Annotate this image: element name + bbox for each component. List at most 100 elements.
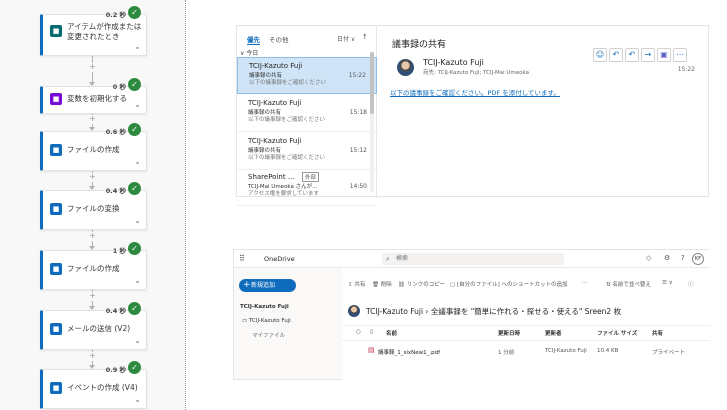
file-size: 10.4 KB xyxy=(597,348,619,354)
nav-item-user[interactable]: ▭ TCIJ-Kazuto Fuji xyxy=(242,318,291,324)
insert-step-icon[interactable]: + xyxy=(88,292,97,301)
message-list-scrollbar[interactable] xyxy=(370,52,374,192)
search-input[interactable]: ⌕ 検索 xyxy=(382,253,564,265)
success-check-icon: ✓ xyxy=(128,6,141,19)
app-name[interactable]: OneDrive xyxy=(264,255,295,263)
flow-step-card[interactable]: ■ メールの送信 (V2) ⚭ xyxy=(40,310,147,350)
email-preview: 以下の議事録をご確認ください xyxy=(248,155,326,161)
onedrive-icon: ■ xyxy=(50,203,62,215)
reading-pane: 議事録の共有 TCIJ-Kazuto Fuji 宛先: TCIJ-Kazuto … xyxy=(378,26,709,198)
app-launcher-icon[interactable]: ⠿ xyxy=(239,255,247,263)
email-date: 15:22 xyxy=(677,66,695,73)
diamond-icon[interactable]: ◇ xyxy=(646,254,651,262)
forward-icon[interactable]: → xyxy=(641,48,655,62)
success-check-icon: ✓ xyxy=(128,182,141,195)
col-sharing[interactable]: 共有 xyxy=(652,329,663,337)
list-item[interactable]: TCIJ-Kazuto Fuji 議事録の共有 以下の議事録をご確認ください 15:2… xyxy=(237,57,377,94)
share-command[interactable]: ⇪ 共有 xyxy=(348,280,365,288)
avatar[interactable]: KF xyxy=(692,253,704,265)
details-pane-icon[interactable]: ⓘ xyxy=(688,280,694,288)
link-icon: ⚭ xyxy=(134,219,140,226)
flow-step-duration: 1 秒 xyxy=(112,247,126,255)
reply-icon[interactable]: ↶ xyxy=(609,48,623,62)
file-view: ⇪ 共有 🗑 削除 ⛓ リンクのコピー ▢ [自分のファイル] へのショートカッ… xyxy=(342,268,710,381)
email-preview: アクセス権を要求しています xyxy=(248,191,320,197)
flow-step-card[interactable]: ■ ファイルの作成 ⚭ xyxy=(40,250,147,290)
owner-avatar xyxy=(348,305,360,317)
link-icon: ⚭ xyxy=(134,160,140,167)
flow-step-duration: 0.4 秒 xyxy=(105,187,126,195)
more-actions-icon[interactable]: ⋯ xyxy=(673,48,687,62)
message-list: 優先 その他 日付 ∨ ↑ ∨ 今日 TCIJ-Kazuto Fuji 議事録の共… xyxy=(237,26,377,206)
new-button[interactable]: + 新規追加 xyxy=(239,279,296,292)
more-commands-icon[interactable]: ⋯ xyxy=(582,280,588,286)
link-icon: ⚭ xyxy=(134,279,140,286)
col-modified-by[interactable]: 更新者 xyxy=(545,329,562,337)
variable-icon: ■ xyxy=(50,93,62,105)
list-item[interactable]: TCIJ-Kazuto Fuji 議事録の共有 以下の議事録をご確認ください 15:1… xyxy=(237,95,377,132)
onedrive-header: ⠿ OneDrive ⌕ 検索 ◇ ⚙ ? KF xyxy=(234,250,710,268)
col-modified[interactable]: 更新日時 xyxy=(498,329,520,337)
flow-step-label: ファイルの作成 xyxy=(67,145,120,154)
sort-dropdown[interactable]: 日付 ∨ xyxy=(337,34,355,43)
email-sender: TCIJ-Kazuto Fuji xyxy=(248,137,302,145)
onedrive-window: ⠿ OneDrive ⌕ 検索 ◇ ⚙ ? KF + 新規追加 TCIJ-Kaz… xyxy=(233,249,710,381)
emoji-react-icon[interactable]: ☺ xyxy=(593,48,607,62)
email-preview: 以下の議事録をご確認ください xyxy=(248,117,326,123)
sender-avatar[interactable] xyxy=(397,59,414,76)
insert-step-icon[interactable]: + xyxy=(88,115,97,124)
delete-command[interactable]: 🗑 削除 xyxy=(372,280,392,288)
nav-item-my-files[interactable]: マイファイル xyxy=(252,331,285,339)
nav-item-user-label: TCIJ-Kazuto Fuji xyxy=(248,318,291,324)
list-item[interactable]: SharePoint ... TCIJ-Mai Umeoka さんが... アクセス… xyxy=(237,169,377,206)
insert-step-icon[interactable]: + xyxy=(88,63,97,72)
file-modified-by[interactable]: TCIJ-Kazuto Fuji xyxy=(545,348,587,354)
teams-icon[interactable]: ▣ xyxy=(657,48,671,62)
email-time: 15:18 xyxy=(349,109,367,116)
view-options-icon[interactable]: ☰ ∨ xyxy=(662,280,673,286)
group-header-today[interactable]: ∨ 今日 xyxy=(240,48,258,57)
file-name[interactable]: 議事録_1_sixNew1_.pdf xyxy=(378,348,440,356)
link-icon: ⚭ xyxy=(134,339,140,346)
gear-icon[interactable]: ⚙ xyxy=(664,254,670,262)
breadcrumb[interactable]: TCIJ-Kazuto Fuji › 全議事録を "簡単に作れる・探せる・使える… xyxy=(366,306,621,317)
sort-command[interactable]: ⇅ 名前で並べ替え xyxy=(606,280,651,288)
flow-step-duration: 0.4 秒 xyxy=(105,307,126,315)
add-shortcut-command[interactable]: ▢ [自分のファイル] へのショートカットの追加 xyxy=(450,280,568,288)
copy-link-command[interactable]: ⛓ リンクのコピー xyxy=(398,280,445,288)
flow-step-card[interactable]: ■ ファイルの作成 ⚭ xyxy=(40,131,147,171)
help-icon[interactable]: ? xyxy=(681,254,685,262)
tab-other[interactable]: その他 xyxy=(269,34,289,44)
outlook-icon: ■ xyxy=(50,382,62,394)
email-subject: 議事録の共有 xyxy=(392,40,447,50)
new-button-label: 新規追加 xyxy=(251,282,276,289)
flow-step-card[interactable]: ■ ファイルの変換 ⚭ xyxy=(40,190,147,230)
flow-step-label: 変数を初期化する xyxy=(67,94,127,103)
file-modified: 1 分前 xyxy=(498,350,515,356)
email-sender: TCIJ-Kazuto Fuji xyxy=(249,62,303,70)
flow-run-panel: ■ アイテムが作成または変更されたとき ⚭ 0.2 秒 ✓ + ■ 変数を初期化する ⚭ 0 秒 ✓… xyxy=(0,0,186,410)
flow-step-duration: 0.2 秒 xyxy=(105,11,126,19)
flow-step-label: ファイルの作成 xyxy=(67,264,120,273)
email-sender: SharePoint ... xyxy=(248,173,295,181)
col-name[interactable]: 名前 xyxy=(386,329,397,337)
email-sender[interactable]: TCIJ-Kazuto Fuji xyxy=(423,58,484,67)
flow-step-label: ファイルの変換 xyxy=(67,204,120,213)
sort-direction-icon[interactable]: ↑ xyxy=(362,33,368,41)
insert-step-icon[interactable]: + xyxy=(88,173,97,182)
select-all-checkbox[interactable]: ○ xyxy=(356,329,361,335)
outlook-icon: ■ xyxy=(50,323,62,335)
flow-step-card[interactable]: ■ アイテムが作成または変更されたとき ⚭ xyxy=(40,14,147,56)
insert-step-icon[interactable]: + xyxy=(88,352,97,361)
tab-focused[interactable]: 優先 xyxy=(247,34,260,45)
file-type-icon: ▯ xyxy=(370,329,374,335)
email-body[interactable]: 以下の議事録をご確認ください。PDF を添付しています。 xyxy=(390,87,560,97)
flow-step-label: イベントの作成 (V4) xyxy=(67,383,138,392)
outlook-window: 優先 その他 日付 ∨ ↑ ∨ 今日 TCIJ-Kazuto Fuji 議事録の共… xyxy=(236,25,709,206)
list-item[interactable]: TCIJ-Kazuto Fuji 議事録の共有 以下の議事録をご確認ください 15:1… xyxy=(237,133,377,170)
col-file-size[interactable]: ファイル サイズ xyxy=(597,329,637,337)
insert-step-icon[interactable]: + xyxy=(88,232,97,241)
flow-step-card[interactable]: ■ イベントの作成 (V4) ⚭ xyxy=(40,369,147,409)
reply-all-icon[interactable]: ↶ xyxy=(625,48,639,62)
nav-user-header: TCIJ-Kazuto Fuji xyxy=(240,304,289,310)
